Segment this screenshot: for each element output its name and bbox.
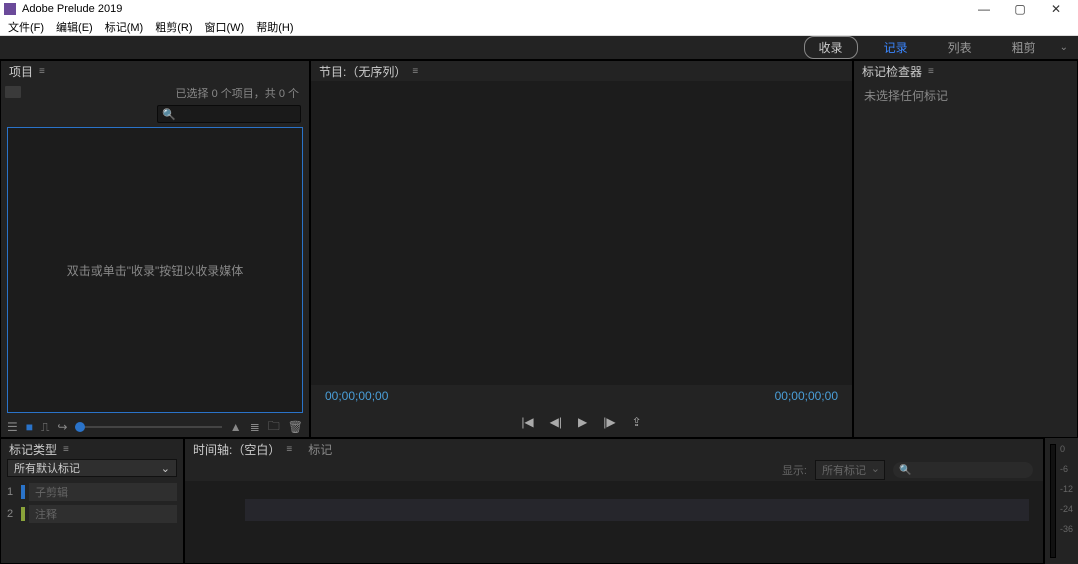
- marker-type-row[interactable]: 2 注释: [1, 503, 183, 525]
- tab-logging[interactable]: 记录: [870, 37, 922, 58]
- workspace-menu-icon[interactable]: ⌄: [1060, 42, 1068, 53]
- sort-icon[interactable]: ⎍: [41, 420, 49, 435]
- timeline-toolbar: 显示: 所有标记 ⌄ 🔍: [185, 459, 1043, 481]
- program-timecodes: 00;00;00;00 00;00;00;00: [311, 385, 852, 407]
- thumb-zoom-icon[interactable]: ▲: [230, 420, 242, 434]
- panel-menu-icon[interactable]: ≡: [286, 444, 292, 455]
- zoom-slider-thumb[interactable]: [75, 422, 85, 432]
- marker-type-header: 标记类型 ≡: [1, 439, 183, 459]
- tab-list[interactable]: 列表: [934, 37, 986, 58]
- thumbnail-view-icon[interactable]: ■: [26, 420, 33, 434]
- project-bin-area[interactable]: 双击或单击"收录"按钮以收录媒体: [7, 127, 303, 413]
- transport-controls: |◀ ◀| ▶ |▶ ⇪: [311, 407, 852, 437]
- marker-row-num: 1: [7, 486, 21, 498]
- marker-type-title: 标记类型: [9, 441, 57, 458]
- step-back-icon[interactable]: ◀|: [550, 415, 562, 429]
- close-button[interactable]: ✕: [1038, 2, 1074, 16]
- project-panel: 项目 ≡ 已选择 0 个项目，共 0 个 🔍 双击或单击"收录"按钮以收录媒体 …: [0, 60, 310, 438]
- timeline-show-label: 显示:: [782, 462, 807, 478]
- marker-type-row[interactable]: 1 子剪辑: [1, 481, 183, 503]
- timeline-search-input[interactable]: 🔍: [893, 462, 1033, 478]
- panel-menu-icon[interactable]: ≡: [412, 66, 418, 77]
- maximize-button[interactable]: ▢: [1002, 2, 1038, 16]
- menu-edit[interactable]: 编辑(E): [50, 19, 99, 35]
- app-logo-icon: [4, 3, 16, 15]
- menu-roughcut[interactable]: 粗剪(R): [149, 19, 198, 35]
- program-monitor[interactable]: [311, 81, 852, 385]
- chevron-down-icon: ⌄: [871, 462, 880, 475]
- marker-row-label: 子剪辑: [29, 483, 177, 501]
- timeline-header: 时间轴:（空白） ≡ 标记: [185, 439, 1043, 459]
- panel-menu-icon[interactable]: ≡: [63, 444, 69, 455]
- panel-menu-icon[interactable]: ≡: [39, 66, 45, 77]
- menu-window[interactable]: 窗口(W): [199, 19, 251, 35]
- timecode-current[interactable]: 00;00;00;00: [325, 389, 388, 403]
- program-panel-header: 节目:（无序列） ≡: [311, 61, 852, 81]
- folder-new-icon[interactable]: 🗀: [268, 417, 280, 438]
- tab-roughcut[interactable]: 粗剪: [998, 37, 1050, 58]
- auto-icon[interactable]: ↪: [57, 420, 67, 434]
- export-icon[interactable]: ⇪: [632, 415, 642, 429]
- marker-type-select-label: 所有默认标记: [14, 460, 80, 476]
- menu-help[interactable]: 帮助(H): [250, 19, 299, 35]
- menubar: 文件(F) 编辑(E) 标记(M) 粗剪(R) 窗口(W) 帮助(H): [0, 18, 1078, 36]
- play-icon[interactable]: ▶: [578, 415, 587, 429]
- project-selection-info: 已选择 0 个项目，共 0 个: [166, 81, 309, 103]
- timeline-track-area[interactable]: [185, 481, 1043, 563]
- marker-inspector-body: 未选择任何标记: [854, 81, 1077, 437]
- search-icon: 🔍: [162, 108, 176, 121]
- app-title: Adobe Prelude 2019: [22, 3, 966, 15]
- marker-inspector-empty: 未选择任何标记: [864, 89, 948, 103]
- timeline-panel: 时间轴:（空白） ≡ 标记 显示: 所有标记 ⌄ 🔍: [184, 438, 1044, 564]
- timecode-duration[interactable]: 00;00;00;00: [775, 389, 838, 403]
- audio-meter: 0 -6 -12 -24 -36: [1044, 438, 1078, 564]
- menu-marker[interactable]: 标记(M): [99, 19, 150, 35]
- go-to-in-icon[interactable]: |◀: [521, 415, 533, 429]
- program-panel-title: 节目:（无序列）: [319, 63, 406, 80]
- marker-inspector-title: 标记检查器: [862, 63, 922, 80]
- menu-file[interactable]: 文件(F): [2, 19, 50, 35]
- search-icon: 🔍: [899, 465, 911, 476]
- workspace-tabbar: 收录 记录 列表 粗剪 ⌄: [0, 36, 1078, 60]
- list-view-icon[interactable]: ☰: [7, 420, 18, 434]
- timeline-marker-filter[interactable]: 所有标记 ⌄: [815, 460, 885, 480]
- project-panel-title: 项目: [9, 63, 33, 80]
- marker-row-num: 2: [7, 508, 21, 520]
- marker-type-panel: 标记类型 ≡ 所有默认标记 ⌄ 1 子剪辑 2 注释: [0, 438, 184, 564]
- marker-row-label: 注释: [29, 505, 177, 523]
- new-bin-icon[interactable]: ≣: [250, 420, 260, 434]
- timeline-tab-markers[interactable]: 标记: [308, 441, 332, 458]
- audio-meter-bar: [1050, 444, 1056, 558]
- zoom-slider[interactable]: [75, 426, 221, 428]
- chevron-down-icon: ⌄: [161, 462, 170, 475]
- project-search-input[interactable]: 🔍: [157, 105, 301, 123]
- project-empty-hint: 双击或单击"收录"按钮以收录媒体: [67, 262, 244, 279]
- marker-color-swatch: [21, 485, 25, 499]
- minimize-button[interactable]: —: [966, 2, 1002, 16]
- project-footer-toolbar: ☰ ■ ⎍ ↪ ▲ ≣ 🗀 🗑: [1, 417, 309, 437]
- timeline-title: 时间轴:（空白）: [193, 441, 280, 458]
- delete-icon[interactable]: 🗑: [288, 420, 303, 434]
- step-forward-icon[interactable]: |▶: [603, 415, 615, 429]
- marker-color-swatch: [21, 507, 25, 521]
- timeline-track[interactable]: [245, 499, 1029, 521]
- titlebar: Adobe Prelude 2019 — ▢ ✕: [0, 0, 1078, 18]
- marker-inspector-header: 标记检查器 ≡: [854, 61, 1077, 81]
- tab-ingest[interactable]: 收录: [804, 36, 858, 59]
- panel-menu-icon[interactable]: ≡: [928, 66, 934, 77]
- marker-type-select[interactable]: 所有默认标记 ⌄: [7, 459, 177, 477]
- project-panel-header: 项目 ≡: [1, 61, 309, 81]
- folder-icon[interactable]: [5, 86, 21, 98]
- program-panel: 节目:（无序列） ≡ 00;00;00;00 00;00;00;00 |◀ ◀|…: [310, 60, 853, 438]
- marker-inspector-panel: 标记检查器 ≡ 未选择任何标记: [853, 60, 1078, 438]
